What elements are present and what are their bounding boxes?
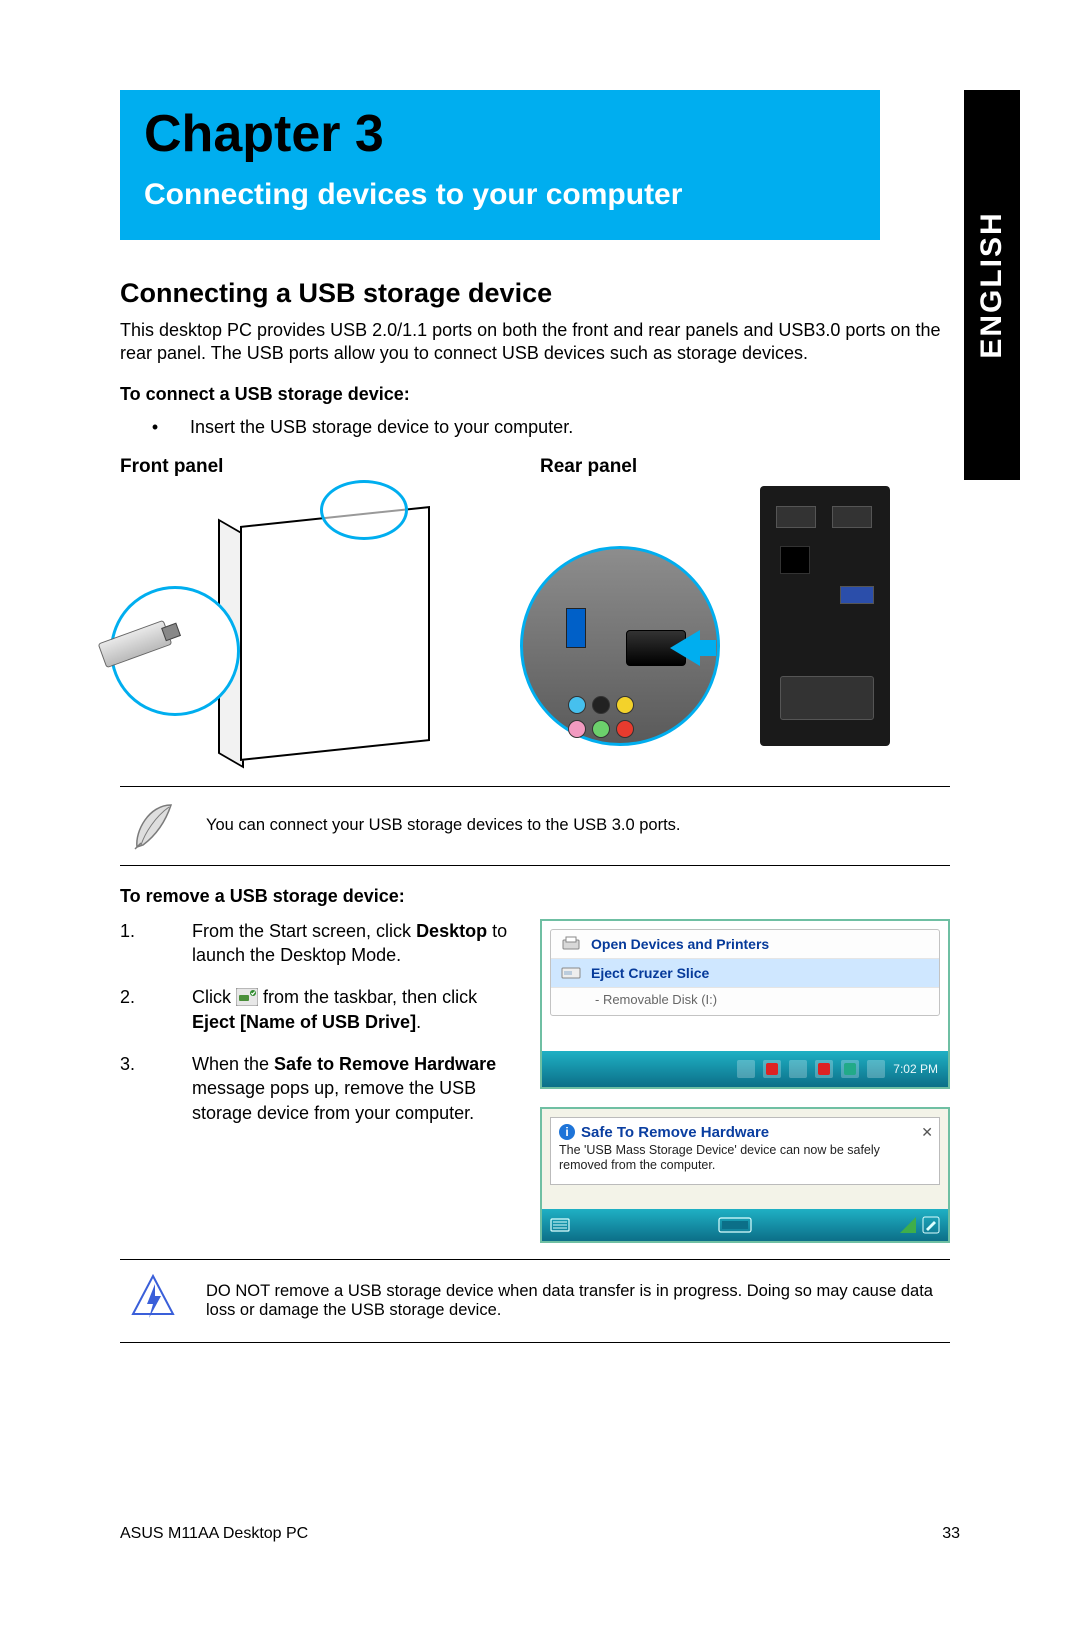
rear-panel-illustration bbox=[510, 486, 890, 766]
info-icon: i bbox=[559, 1124, 575, 1140]
warning-bolt-icon bbox=[131, 1274, 175, 1328]
taskbar: 7:02 PM bbox=[542, 1051, 948, 1087]
bullet-dot-icon: • bbox=[120, 417, 190, 438]
tray-icon[interactable] bbox=[815, 1060, 833, 1078]
tray-window-icon[interactable] bbox=[718, 1217, 752, 1233]
intro-paragraph: This desktop PC provides USB 2.0/1.1 por… bbox=[120, 319, 950, 366]
menu-open-devices[interactable]: Open Devices and Printers bbox=[551, 930, 939, 959]
remove-subheading: To remove a USB storage device: bbox=[120, 886, 950, 907]
tooltip-body: The 'USB Mass Storage Device' device can… bbox=[559, 1143, 931, 1174]
tray-icon[interactable] bbox=[763, 1060, 781, 1078]
tray-flag-icon[interactable] bbox=[900, 1217, 916, 1233]
safe-remove-screenshot: ✕ i Safe To Remove Hardware The 'USB Mas… bbox=[540, 1107, 950, 1243]
menu-open-devices-label: Open Devices and Printers bbox=[591, 936, 769, 952]
taskbar-clock: 7:02 PM bbox=[893, 1062, 938, 1076]
menu-eject-drive-label: Eject Cruzer Slice bbox=[591, 965, 709, 981]
tray-edit-icon[interactable] bbox=[922, 1216, 940, 1234]
language-tab: ENGLISH bbox=[964, 90, 1020, 480]
eject-menu-screenshot: Open Devices and Printers Eject Cruzer S… bbox=[540, 919, 950, 1089]
step-1: From the Start screen, click Desktop to … bbox=[120, 919, 520, 968]
menu-eject-drive[interactable]: Eject Cruzer Slice bbox=[551, 959, 939, 988]
connect-subheading: To connect a USB storage device: bbox=[120, 384, 950, 405]
page-number: 33 bbox=[942, 1525, 960, 1543]
footer-product: ASUS M11AA Desktop PC bbox=[120, 1525, 308, 1543]
chapter-banner: Chapter 3 Connecting devices to your com… bbox=[120, 90, 880, 240]
language-label: ENGLISH bbox=[975, 211, 1009, 358]
warning-text: DO NOT remove a USB storage device when … bbox=[206, 1282, 950, 1320]
tray-usb-icon bbox=[236, 988, 258, 1006]
usb3-port-icon bbox=[566, 608, 586, 648]
step-2: Click from the taskbar, then click Eject… bbox=[120, 985, 520, 1034]
menu-removable-disk[interactable]: - Removable Disk (I:) bbox=[551, 988, 939, 1015]
tooltip-close-icon[interactable]: ✕ bbox=[921, 1124, 933, 1141]
chapter-subtitle: Connecting devices to your computer bbox=[144, 178, 856, 212]
step-3: When the Safe to Remove Hardware message… bbox=[120, 1052, 520, 1125]
chapter-number: Chapter 3 bbox=[144, 104, 856, 164]
rear-panel-label: Rear panel bbox=[540, 456, 637, 478]
front-panel-label: Front panel bbox=[120, 456, 540, 478]
tray-icon[interactable] bbox=[841, 1060, 859, 1078]
note-text: You can connect your USB storage devices… bbox=[206, 816, 950, 835]
section-heading: Connecting a USB storage device bbox=[120, 278, 950, 309]
insert-arrow-icon bbox=[670, 630, 700, 666]
note-feather-icon bbox=[131, 801, 175, 851]
tray-icon[interactable] bbox=[737, 1060, 755, 1078]
printer-icon bbox=[561, 936, 581, 952]
front-panel-illustration bbox=[120, 486, 470, 766]
tooltip-title: Safe To Remove Hardware bbox=[581, 1124, 769, 1141]
tray-icon[interactable] bbox=[789, 1060, 807, 1078]
drive-icon bbox=[561, 965, 581, 981]
front-top-callout-icon bbox=[320, 480, 408, 540]
safe-remove-tooltip: ✕ i Safe To Remove Hardware The 'USB Mas… bbox=[550, 1117, 940, 1185]
tray-volume-icon[interactable] bbox=[867, 1060, 885, 1078]
taskbar bbox=[542, 1209, 948, 1241]
connect-bullet-text: Insert the USB storage device to your co… bbox=[190, 417, 573, 438]
tray-keyboard-icon[interactable] bbox=[550, 1217, 570, 1233]
